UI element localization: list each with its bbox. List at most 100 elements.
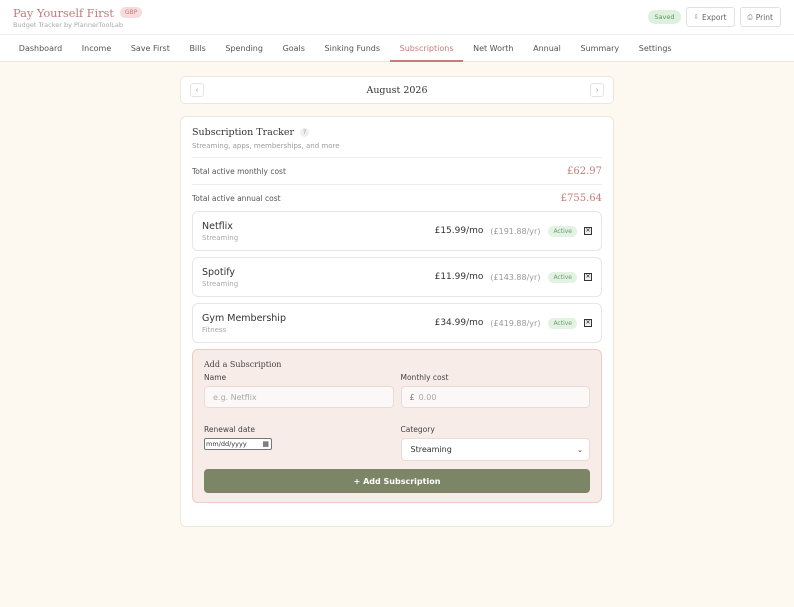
- card-title: Subscription Tracker: [192, 127, 295, 138]
- calendar-icon[interactable]: ▦: [262, 440, 269, 448]
- tab-dashboard[interactable]: Dashboard: [9, 35, 72, 61]
- subscription-name: Gym Membership: [202, 312, 286, 324]
- subscription-meta: £34.99/mo (£419.88/yr) Active ✕: [434, 317, 592, 329]
- category-select[interactable]: Streaming ⌄: [400, 438, 590, 461]
- next-month-button[interactable]: ›: [589, 83, 604, 97]
- brand: Pay Yourself First GBP Budget Tracker by…: [13, 5, 143, 29]
- subscription-meta: £11.99/mo (£143.88/yr) Active ✕: [434, 271, 592, 283]
- monthly-cost-field[interactable]: £: [400, 386, 590, 408]
- status-badge[interactable]: Active: [548, 271, 577, 283]
- status-badge[interactable]: Active: [548, 317, 577, 329]
- name-input[interactable]: [204, 386, 394, 408]
- add-form-title: Add a Subscription: [204, 360, 282, 369]
- monthly-total-label: Total active monthly cost: [192, 166, 286, 176]
- list-item: Netflix Streaming £15.99/mo (£191.88/yr)…: [192, 211, 602, 251]
- name-field-group: Name: [204, 373, 394, 408]
- name-label: Name: [204, 373, 227, 382]
- subscription-list: Netflix Streaming £15.99/mo (£191.88/yr)…: [192, 211, 602, 343]
- tab-spending[interactable]: Spending: [216, 35, 273, 61]
- print-label: Print: [755, 12, 773, 22]
- list-item: Spotify Streaming £11.99/mo (£143.88/yr)…: [192, 257, 602, 297]
- app-subtitle: Budget Tracker by PlannerToolLab: [13, 20, 123, 29]
- add-subscription-button[interactable]: + Add Subscription: [204, 469, 590, 493]
- category-field-group: Category Streaming ⌄: [400, 425, 590, 461]
- close-icon: ✕: [585, 274, 591, 280]
- export-button[interactable]: ⇩ Export: [685, 7, 735, 27]
- tab-net-worth[interactable]: Net Worth: [463, 35, 523, 61]
- tab-bills[interactable]: Bills: [180, 35, 216, 61]
- subscription-name: Netflix: [202, 220, 233, 232]
- monthly-total-row: Total active monthly cost £62.97: [192, 157, 602, 184]
- currency-badge: GBP: [119, 7, 143, 18]
- close-icon: ✕: [585, 228, 591, 234]
- main-nav: Dashboard Income Save First Bills Spendi…: [0, 34, 794, 62]
- saved-status-badge: Saved: [648, 10, 681, 24]
- annual-total-row: Total active annual cost £755.64: [192, 184, 602, 211]
- delete-button[interactable]: ✕: [584, 273, 592, 281]
- subscription-info: Spotify Streaming: [202, 267, 238, 288]
- tab-sinking-funds[interactable]: Sinking Funds: [315, 35, 390, 61]
- renewal-date-label: Renewal date: [204, 425, 255, 434]
- renewal-field-group: Renewal date mm/dd/yyyy ▦: [204, 425, 394, 461]
- export-label: Export: [701, 12, 727, 22]
- category-label: Category: [400, 425, 435, 434]
- tab-subscriptions[interactable]: Subscriptions: [389, 35, 464, 62]
- chevron-down-icon: ⌄: [577, 445, 583, 454]
- renewal-date-input[interactable]: mm/dd/yyyy ▦: [204, 438, 272, 450]
- close-icon: ✕: [585, 320, 591, 326]
- tab-settings[interactable]: Settings: [629, 35, 681, 61]
- app-title: Pay Yourself First: [13, 5, 114, 20]
- subscription-info: Netflix Streaming: [202, 221, 238, 242]
- tab-annual[interactable]: Annual: [523, 35, 570, 61]
- monthly-cost: £11.99/mo: [434, 272, 484, 282]
- tab-income[interactable]: Income: [72, 35, 121, 61]
- subscription-category: Streaming: [202, 233, 239, 242]
- brand-title-row: Pay Yourself First GBP: [13, 5, 143, 20]
- monthly-cost-label: Monthly cost: [400, 373, 449, 382]
- download-icon: ⇩: [693, 13, 699, 21]
- form-row-1: Name Monthly cost £: [204, 373, 590, 408]
- monthly-cost: £15.99/mo: [434, 226, 484, 236]
- chevron-right-icon: ›: [595, 86, 599, 94]
- header-actions: Saved ⇩ Export ⎙ Print: [648, 7, 781, 27]
- current-month: August 2026: [366, 84, 428, 96]
- subscription-category: Streaming: [202, 279, 239, 288]
- list-item: Gym Membership Fitness £34.99/mo (£419.8…: [192, 303, 602, 343]
- delete-button[interactable]: ✕: [584, 319, 592, 327]
- subscription-info: Gym Membership Fitness: [202, 313, 286, 334]
- monthly-total-value: £62.97: [567, 165, 602, 177]
- card-subtitle: Streaming, apps, memberships, and more: [192, 142, 340, 150]
- totals: Total active monthly cost £62.97 Total a…: [192, 157, 602, 211]
- status-badge[interactable]: Active: [548, 225, 577, 237]
- card-title-row: Subscription Tracker ?: [192, 127, 602, 138]
- cost-field-group: Monthly cost £: [400, 373, 590, 408]
- tab-summary[interactable]: Summary: [571, 35, 629, 61]
- printer-icon: ⎙: [747, 12, 753, 21]
- monthly-cost-input[interactable]: [418, 392, 581, 402]
- annual-cost: (£143.88/yr): [490, 272, 541, 282]
- month-selector: ‹ August 2026 ›: [180, 76, 614, 104]
- category-selected-value: Streaming: [410, 445, 452, 454]
- form-row-2: Renewal date mm/dd/yyyy ▦ Category Strea…: [204, 425, 590, 461]
- monthly-cost: £34.99/mo: [434, 318, 484, 328]
- main-content: ‹ August 2026 › Subscription Tracker ? S…: [180, 76, 614, 527]
- subscription-meta: £15.99/mo (£191.88/yr) Active ✕: [434, 225, 592, 237]
- tab-goals[interactable]: Goals: [273, 35, 315, 61]
- app-header: Pay Yourself First GBP Budget Tracker by…: [0, 0, 794, 34]
- tab-save-first[interactable]: Save First: [121, 35, 180, 61]
- subscription-category: Fitness: [202, 325, 227, 334]
- previous-month-button[interactable]: ‹: [190, 83, 204, 97]
- print-button[interactable]: ⎙ Print: [739, 7, 781, 27]
- delete-button[interactable]: ✕: [584, 227, 592, 235]
- subscription-name: Spotify: [202, 266, 236, 278]
- annual-cost: (£419.88/yr): [490, 318, 541, 328]
- add-subscription-form: Add a Subscription Name Monthly cost £ R…: [192, 349, 602, 503]
- currency-prefix: £: [409, 392, 415, 402]
- subscription-tracker-card: Subscription Tracker ? Streaming, apps, …: [180, 116, 614, 527]
- annual-total-value: £755.64: [560, 192, 602, 204]
- date-placeholder: mm/dd/yyyy: [206, 440, 247, 448]
- help-icon[interactable]: ?: [300, 128, 310, 137]
- annual-cost: (£191.88/yr): [490, 226, 541, 236]
- annual-total-label: Total active annual cost: [192, 193, 281, 203]
- chevron-left-icon: ‹: [195, 86, 199, 94]
